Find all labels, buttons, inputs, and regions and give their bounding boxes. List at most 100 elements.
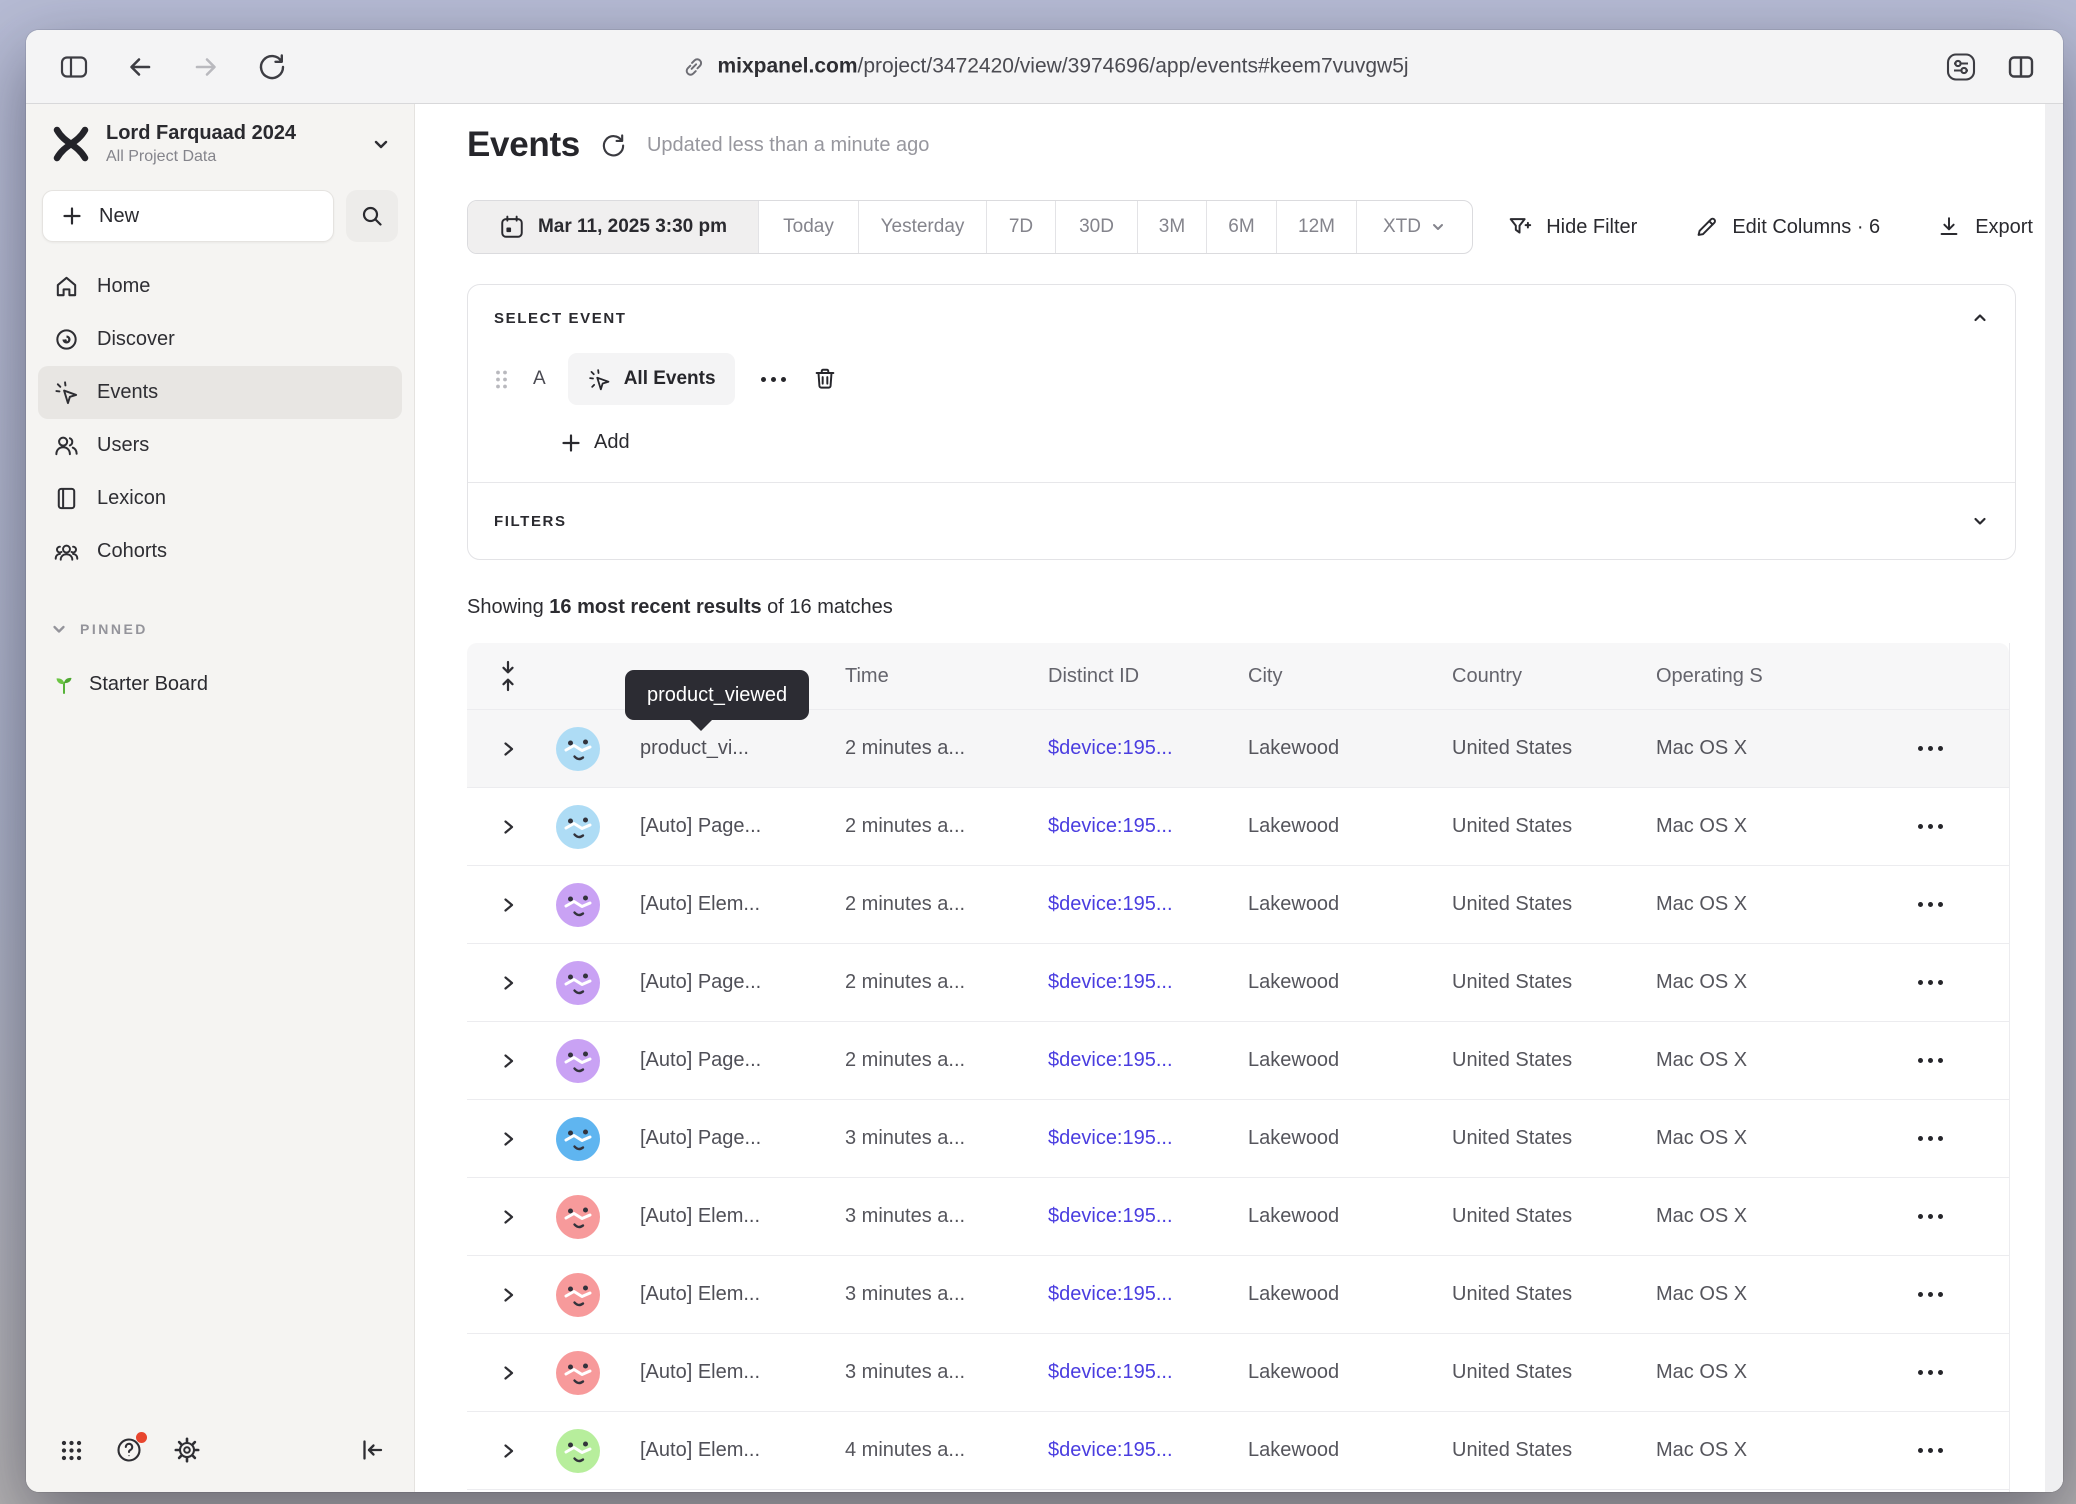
preset-12m[interactable]: 12M — [1276, 201, 1356, 253]
table-row[interactable]: [Auto] Elem... 3 minutes a... $device:19… — [467, 1177, 2009, 1255]
event-name[interactable]: [Auto] Page... — [640, 1127, 845, 1150]
sidebar-toggle-icon[interactable] — [56, 49, 92, 85]
table-row[interactable]: [Auto] Page... 3 minutes a... $device:19… — [467, 1099, 2009, 1177]
settings-gear-icon[interactable] — [173, 1436, 201, 1464]
header-os[interactable]: Operating S — [1656, 665, 1870, 688]
distinct-id-link[interactable]: $device:195... — [1048, 1439, 1248, 1462]
distinct-id-link[interactable]: $device:195... — [1048, 1361, 1248, 1384]
header-country[interactable]: Country — [1452, 665, 1656, 688]
row-actions-button[interactable] — [1870, 1292, 2009, 1297]
sidebar-item-home[interactable]: Home — [38, 260, 402, 313]
help-button[interactable] — [115, 1436, 143, 1464]
table-row[interactable]: [Auto] Page... 2 minutes a... $device:19… — [467, 943, 2009, 1021]
page-scrollbar[interactable] — [2045, 104, 2063, 1492]
preset-xtd[interactable]: XTD — [1356, 201, 1472, 253]
search-button[interactable] — [346, 190, 398, 242]
row-expand-button[interactable] — [467, 1208, 549, 1226]
collapse-all-rows-button[interactable] — [467, 659, 549, 693]
distinct-id-link[interactable]: $device:195... — [1048, 1283, 1248, 1306]
event-name[interactable]: [Auto] Elem... — [640, 1283, 845, 1306]
collapse-sidebar-icon[interactable] — [358, 1436, 386, 1464]
preset-30d[interactable]: 30D — [1055, 201, 1137, 253]
row-actions-button[interactable] — [1870, 980, 2009, 985]
row-expand-button[interactable] — [467, 1364, 549, 1382]
distinct-id-link[interactable]: $device:195... — [1048, 1205, 1248, 1228]
table-row[interactable]: [Auto] Elem... 2 minutes a... $device:19… — [467, 865, 2009, 943]
preset-yesterday[interactable]: Yesterday — [858, 201, 986, 253]
table-row[interactable]: [Auto] Elem... 3 minutes a... $device:19… — [467, 1255, 2009, 1333]
table-row[interactable]: [Auto] Elem... 3 minutes a... $device:19… — [467, 1333, 2009, 1411]
preset-6m[interactable]: 6M — [1206, 201, 1276, 253]
distinct-id-link[interactable]: $device:195... — [1048, 893, 1248, 916]
apps-grid-icon[interactable] — [58, 1437, 85, 1464]
event-more-options-button[interactable] — [761, 377, 786, 382]
event-name[interactable]: [Auto] Page... — [640, 815, 845, 838]
table-row[interactable]: [Auto] Elem... 4 minutes a... $device:19… — [467, 1411, 2009, 1489]
table-row[interactable]: [Auto] Page... 2 minutes a... $device:19… — [467, 1021, 2009, 1099]
distinct-id-link[interactable]: $device:195... — [1048, 815, 1248, 838]
pinned-section-header[interactable]: PINNED — [26, 620, 414, 638]
split-view-icon[interactable] — [2003, 49, 2039, 85]
row-actions-button[interactable] — [1870, 1058, 2009, 1063]
sidebar-item-cohorts[interactable]: Cohorts — [38, 525, 402, 578]
distinct-id-link[interactable]: $device:195... — [1048, 1049, 1248, 1072]
export-button[interactable]: Export — [1936, 214, 2033, 240]
header-city[interactable]: City — [1248, 665, 1452, 688]
row-expand-button[interactable] — [467, 896, 549, 914]
table-row[interactable]: [Auto] Page... 2 minutes a... $device:19… — [467, 787, 2009, 865]
event-name[interactable]: [Auto] Elem... — [640, 1205, 845, 1228]
event-name[interactable]: [Auto] Elem... — [640, 1439, 845, 1462]
distinct-id-link[interactable]: $device:195... — [1048, 971, 1248, 994]
event-name[interactable]: [Auto] Page... — [640, 1049, 845, 1072]
event-selector-chip[interactable]: All Events — [568, 353, 735, 405]
collapse-all-icon — [497, 659, 519, 693]
row-actions-button[interactable] — [1870, 1136, 2009, 1141]
event-name[interactable]: [Auto] Elem... — [640, 1361, 845, 1384]
row-actions-button[interactable] — [1870, 746, 2009, 751]
distinct-id-link[interactable]: $device:195... — [1048, 1127, 1248, 1150]
forward-icon[interactable] — [188, 49, 224, 85]
row-expand-button[interactable] — [467, 1052, 549, 1070]
reload-icon[interactable] — [254, 49, 290, 85]
drag-handle-icon[interactable] — [494, 368, 509, 391]
page-settings-icon[interactable] — [1943, 49, 1979, 85]
row-expand-button[interactable] — [467, 974, 549, 992]
new-button[interactable]: New — [42, 190, 334, 242]
distinct-id-link[interactable]: $device:195... — [1048, 737, 1248, 760]
row-expand-button[interactable] — [467, 818, 549, 836]
filters-section[interactable]: FILTERS — [468, 483, 2015, 559]
row-expand-button[interactable] — [467, 740, 549, 758]
preset-3m[interactable]: 3M — [1137, 201, 1206, 253]
row-actions-button[interactable] — [1870, 824, 2009, 829]
event-name[interactable]: [Auto] Elem... — [640, 893, 845, 916]
refresh-icon[interactable] — [600, 132, 627, 159]
hide-filter-button[interactable]: Hide Filter — [1507, 214, 1637, 240]
chevron-up-icon[interactable] — [1971, 309, 1989, 327]
header-time[interactable]: Time — [845, 665, 1048, 688]
sidebar-item-events[interactable]: Events — [38, 366, 402, 419]
preset-today[interactable]: Today — [758, 201, 858, 253]
preset-7d[interactable]: 7D — [986, 201, 1055, 253]
url-bar[interactable]: mixpanel.com/project/3472420/view/397469… — [680, 54, 1408, 79]
date-range-current[interactable]: Mar 11, 2025 3:30 pm — [468, 201, 758, 253]
row-actions-button[interactable] — [1870, 1370, 2009, 1375]
row-actions-button[interactable] — [1870, 1214, 2009, 1219]
sidebar-item-discover[interactable]: Discover — [38, 313, 402, 366]
table-row[interactable]: [Auto] Elem... 4 minutes a... $device:19… — [467, 1489, 2009, 1492]
trash-icon[interactable] — [812, 366, 838, 392]
row-expand-button[interactable] — [467, 1442, 549, 1460]
header-distinct-id[interactable]: Distinct ID — [1048, 665, 1248, 688]
row-expand-button[interactable] — [467, 1286, 549, 1304]
event-name[interactable]: product_vi... — [640, 737, 845, 760]
row-expand-button[interactable] — [467, 1130, 549, 1148]
event-name[interactable]: [Auto] Page... — [640, 971, 845, 994]
row-actions-button[interactable] — [1870, 1448, 2009, 1453]
add-event-button[interactable]: Add — [560, 431, 1989, 454]
project-switcher[interactable]: Lord Farquaad 2024 All Project Data — [26, 104, 414, 166]
sidebar-item-lexicon[interactable]: Lexicon — [38, 472, 402, 525]
row-actions-button[interactable] — [1870, 902, 2009, 907]
sidebar-item-starter-board[interactable]: Starter Board — [26, 672, 414, 696]
back-icon[interactable] — [122, 49, 158, 85]
sidebar-item-users[interactable]: Users — [38, 419, 402, 472]
edit-columns-button[interactable]: Edit Columns · 6 — [1693, 214, 1880, 240]
